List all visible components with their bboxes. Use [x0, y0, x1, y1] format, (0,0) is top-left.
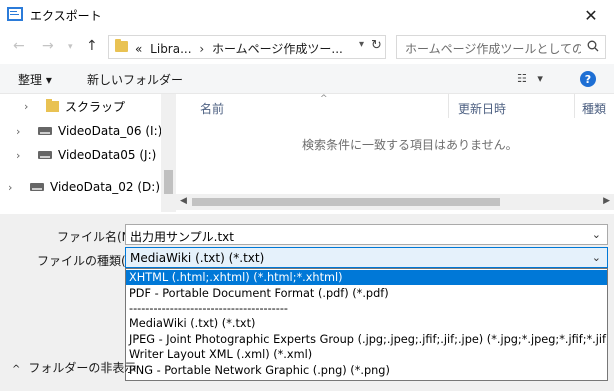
sidebar-item-label: VideoData05 (J:) — [58, 148, 157, 162]
chevron-right-icon[interactable]: › — [16, 125, 28, 138]
column-header-name[interactable]: 名前 — [200, 100, 224, 117]
chevron-right-icon[interactable]: › — [24, 100, 36, 113]
column-header-type[interactable]: 種類 — [582, 100, 606, 117]
title-bar: エクスポート ✕ — [0, 0, 614, 30]
folder-icon — [46, 98, 59, 112]
chevron-down-icon[interactable]: ⌄ — [592, 251, 601, 264]
chevron-right-icon[interactable]: › — [8, 181, 20, 194]
caret-up-icon: ^ — [12, 364, 21, 375]
column-divider[interactable] — [574, 94, 575, 118]
breadcrumb-item[interactable]: Libra... — [150, 42, 191, 56]
recent-chevron-icon[interactable]: ▾ — [68, 42, 73, 52]
help-icon[interactable]: ? — [580, 71, 596, 87]
navigation-scrollbar[interactable] — [161, 94, 176, 212]
app-icon — [7, 7, 23, 21]
forward-arrow-icon[interactable]: → — [42, 38, 54, 54]
search-placeholder: ホームページ作成ツールとしてのLib... — [405, 42, 581, 56]
breadcrumb-separator-icon: › — [199, 42, 205, 56]
filetype-option[interactable]: XHTML (.html;.xhtml) (*.html;*.xhtml) — [126, 270, 607, 285]
drive-icon — [38, 151, 52, 159]
breadcrumb-item[interactable]: ホームページ作成ツー... — [212, 42, 343, 56]
filetype-option[interactable]: MediaWiki (.txt) (*.txt) — [126, 316, 607, 331]
column-header-modified[interactable]: 更新日時 — [458, 100, 506, 117]
scrollbar-thumb[interactable] — [164, 170, 173, 194]
horizontal-scrollbar[interactable]: ◀ ▶ — [176, 194, 614, 210]
window-title: エクスポート — [30, 9, 102, 23]
refresh-icon[interactable]: ↻ — [371, 38, 382, 53]
sidebar-item-label: VideoData_06 (I:) — [58, 124, 163, 138]
sidebar-item-videodata02[interactable]: › VideoData_02 (D:) — [8, 177, 160, 197]
empty-message: 検索条件に一致する項目はありません。 — [302, 138, 518, 152]
navigation-pane: › スクラップ › VideoData_06 (I:) › VideoData0… — [0, 94, 175, 212]
drive-icon — [30, 183, 44, 191]
up-arrow-icon[interactable]: ↑ — [86, 38, 98, 54]
filetype-option[interactable]: PDF - Portable Document Format (.pdf) (*… — [126, 286, 607, 301]
filename-value: 出力用サンプル.txt — [130, 230, 234, 244]
sidebar-item-videodata06[interactable]: › VideoData_06 (I:) — [16, 121, 162, 141]
filetype-option[interactable]: PNG - Portable Network Graphic (.png) (*… — [126, 363, 607, 378]
filetype-dropdown-list: XHTML (.html;.xhtml) (*.html;*.xhtml) PD… — [125, 268, 608, 381]
sort-up-icon: ^ — [320, 94, 328, 104]
hide-folders-label: フォルダーの非表示 — [28, 361, 137, 375]
address-bar[interactable]: « Libra... › ホームページ作成ツー... ▾ ↻ — [108, 35, 386, 59]
search-box[interactable]: ホームページ作成ツールとしてのLib... — [396, 35, 606, 59]
drive-icon — [38, 127, 52, 135]
sidebar-item-label: スクラップ — [65, 99, 126, 114]
sidebar-item-scrap[interactable]: › スクラップ — [24, 96, 125, 116]
address-dropdown-icon[interactable]: ▾ — [359, 39, 364, 50]
folder-icon — [115, 39, 128, 52]
filetype-option-separator: --------------------------------------- — [129, 302, 288, 315]
breadcrumb-overflow[interactable]: « — [135, 42, 142, 56]
command-bar: 整理 ▾ 新しいフォルダー ☷ ▾ ? — [0, 64, 614, 94]
view-options-icon[interactable]: ☷ ▾ — [517, 72, 543, 85]
filetype-select[interactable]: MediaWiki (.txt) (*.txt) ⌄ — [125, 247, 608, 268]
sidebar-item-label: VideoData_02 (D:) — [50, 180, 161, 194]
file-list: ^ 名前 更新日時 種類 検索条件に一致する項目はありません。 ◀ ▶ — [176, 94, 614, 212]
sidebar-item-videodata05[interactable]: › VideoData05 (J:) — [16, 145, 156, 165]
chevron-down-icon[interactable]: ⌄ — [592, 228, 601, 241]
new-folder-button[interactable]: 新しいフォルダー — [87, 71, 183, 88]
scroll-left-icon[interactable]: ◀ — [180, 196, 187, 206]
filetype-value: MediaWiki (.txt) (*.txt) — [130, 251, 265, 265]
breadcrumb: « Libra... › ホームページ作成ツー... — [135, 40, 343, 57]
back-arrow-icon[interactable]: ← — [13, 38, 25, 54]
column-divider[interactable] — [448, 94, 449, 118]
scroll-right-icon[interactable]: ▶ — [603, 196, 610, 206]
filetype-option[interactable]: Writer Layout XML (.xml) (*.xml) — [126, 347, 607, 362]
filename-field[interactable]: 出力用サンプル.txt ⌄ — [125, 224, 608, 245]
scrollbar-thumb[interactable] — [192, 198, 500, 206]
close-icon[interactable]: ✕ — [568, 0, 614, 30]
organize-button[interactable]: 整理 ▾ — [18, 71, 52, 88]
hide-folders-button[interactable]: ^ フォルダーの非表示 — [12, 359, 136, 376]
chevron-right-icon[interactable]: › — [16, 149, 28, 162]
filetype-option[interactable]: JPEG - Joint Photographic Experts Group … — [126, 332, 607, 347]
search-icon[interactable] — [587, 40, 599, 52]
navigation-bar: ← → ▾ ↑ « Libra... › ホームページ作成ツー... ▾ ↻ ホ… — [0, 30, 614, 62]
